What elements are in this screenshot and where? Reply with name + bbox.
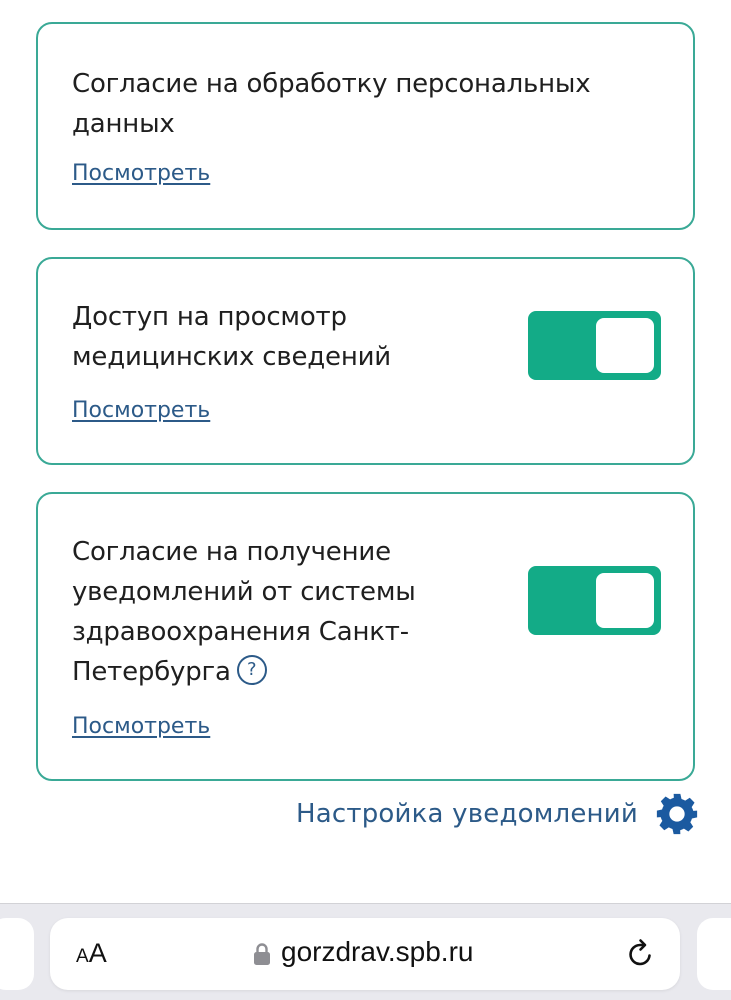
text-size-small-glyph: A (76, 946, 89, 967)
browser-toolbar: AA gorzdrav.spb.ru (0, 903, 731, 1000)
next-tab-preview[interactable] (697, 918, 731, 990)
notification-settings-link[interactable]: Настройка уведомлений (296, 792, 700, 836)
address-bar[interactable]: AA gorzdrav.spb.ru (50, 918, 680, 990)
consent-card-notifications: Согласие на получение уведомлений от сис… (36, 492, 695, 781)
notification-settings-label: Настройка уведомлений (296, 799, 638, 829)
toggle-knob (596, 573, 654, 628)
text-size-button[interactable]: AA (76, 938, 107, 973)
card-title: Согласие на получение уведомлений от сис… (72, 532, 492, 692)
reload-icon[interactable] (624, 938, 656, 970)
medical-access-toggle[interactable] (528, 311, 661, 380)
toggle-knob (596, 318, 654, 373)
view-link[interactable]: Посмотреть (72, 161, 210, 186)
gear-icon (656, 793, 698, 835)
view-link[interactable]: Посмотреть (72, 398, 210, 423)
consent-card-medical-access: Доступ на просмотр медицинских сведений … (36, 257, 695, 465)
consent-card-personal-data: Согласие на обработку персональных данны… (36, 22, 695, 230)
help-icon[interactable]: ? (236, 654, 267, 685)
card-title: Согласие на обработку персональных данны… (72, 69, 591, 139)
view-link[interactable]: Посмотреть (72, 714, 210, 739)
card-title: Доступ на просмотр медицинских сведений (72, 302, 392, 372)
url-text[interactable]: gorzdrav.spb.ru (281, 936, 473, 968)
previous-tab-preview[interactable] (0, 918, 34, 990)
text-size-big-glyph: A (88, 938, 107, 968)
notifications-toggle[interactable] (528, 566, 661, 635)
lock-icon (254, 943, 270, 965)
